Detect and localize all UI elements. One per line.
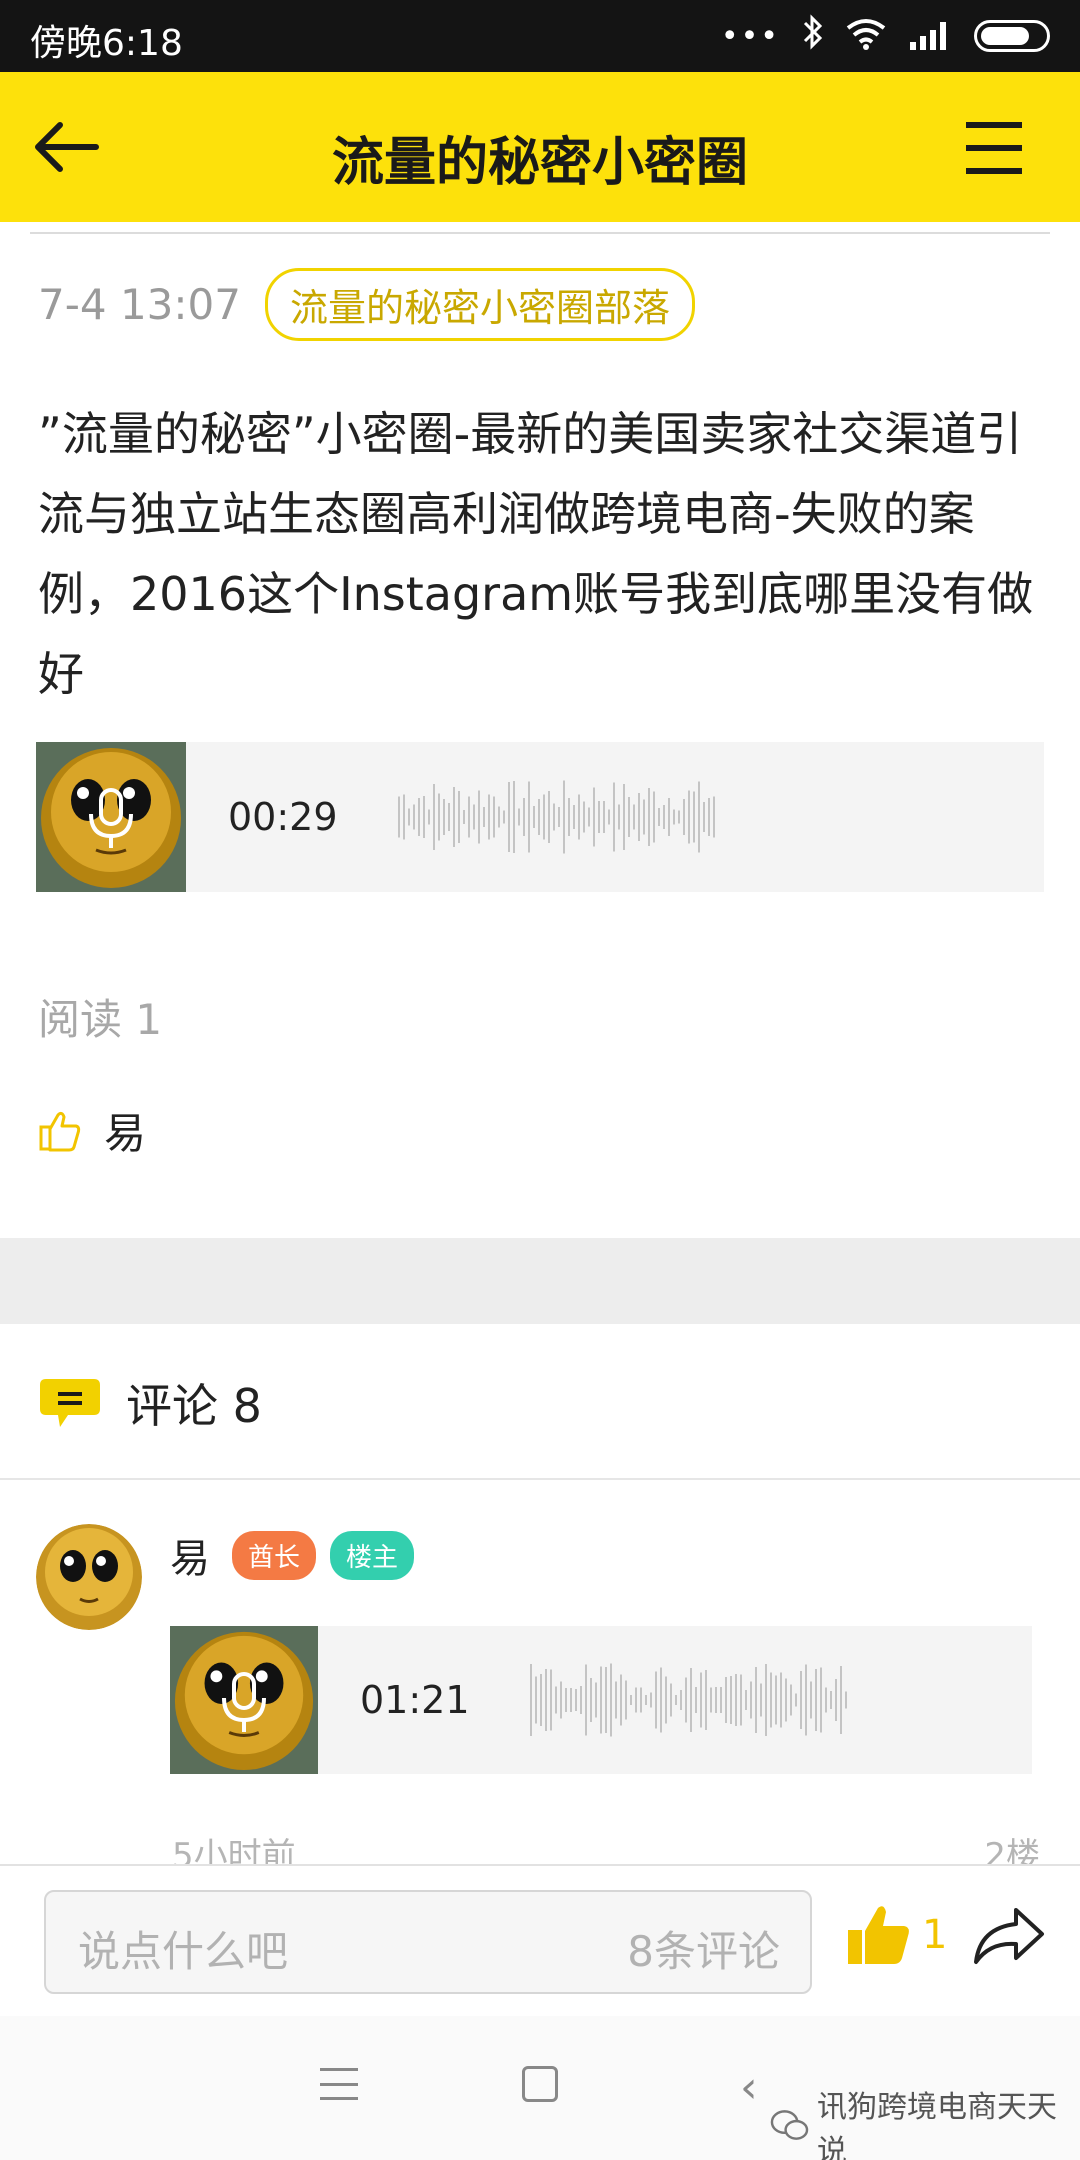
home-button[interactable] [522,2066,558,2102]
post-meta: 7-4 13:07 流量的秘密小密圈部落 [38,268,696,341]
watermark: 讯狗跨境电商天天说 [770,2082,1080,2160]
comments-title: 评论 8 [126,1379,262,1433]
divider [30,232,1050,234]
comment-voice-message[interactable]: 01:21 [170,1626,1032,1774]
status-bar: 傍晚6:18 ••• [0,0,1080,72]
battery-icon [974,20,1050,52]
recent-apps-button[interactable] [320,2068,358,2100]
app-header: 流量的秘密小密圈 [0,72,1080,222]
divider [0,1478,1080,1480]
comment-header: 易 酋长 楼主 [170,1526,415,1584]
input-bar: 说点什么吧 8条评论 1 [0,1864,1080,2016]
tribe-tag[interactable]: 流量的秘密小密圈部落 [265,268,696,341]
comment-author[interactable]: 易 [170,1526,210,1584]
like-count: 1 [922,1912,948,1958]
comments-header: 评论 8 [38,1370,262,1436]
owner-badge: 楼主 [330,1530,415,1580]
liked-by-name[interactable]: 易 [104,1100,146,1161]
waveform-icon [398,780,715,854]
comment-input[interactable]: 说点什么吧 8条评论 [44,1890,812,1994]
read-count: 阅读 1 [38,995,163,1044]
status-icons: ••• [720,13,1050,59]
status-time: 傍晚6:18 [30,23,183,64]
voice-avatar [170,1626,318,1774]
avatar[interactable] [36,1524,142,1630]
more-dots-icon: ••• [720,18,780,54]
likes-row: 易 [38,1100,146,1161]
microphone-icon [222,1672,266,1732]
comment-bubble-icon [40,1379,100,1427]
section-separator [0,1238,1080,1324]
page-title: 流量的秘密小密圈 [331,133,748,193]
signal-icon [908,18,952,54]
input-placeholder: 说点什么吧 [78,1927,289,1976]
wechat-icon [770,2110,809,2140]
share-arrow-icon [974,1908,1044,1964]
bluetooth-icon [802,13,824,59]
voice-avatar [36,742,186,892]
post-time: 7-4 13:07 [38,280,241,329]
post-body: ”流量的秘密”小密圈-最新的美国卖家社交渠道引流与独立站生态圈高利润做跨境电商-… [38,407,1034,701]
comment-count[interactable]: 8条评论 [627,1918,780,1979]
menu-icon [966,122,1022,128]
thumbs-up-icon [39,1111,81,1151]
voice-duration: 01:21 [360,1678,470,1722]
wifi-icon [846,18,886,54]
voice-duration: 00:29 [228,795,338,839]
like-button[interactable]: 1 [846,1904,947,1966]
share-button[interactable] [972,1904,1046,1972]
chief-badge: 酋长 [232,1530,317,1580]
watermark-text: 讯狗跨境电商天天说 [816,2090,1057,2160]
microphone-icon [89,788,133,848]
system-back-button[interactable]: ‹ [740,2062,758,2113]
waveform-icon [530,1663,847,1737]
voice-message[interactable]: 00:29 [36,742,1044,892]
menu-button[interactable] [966,122,1022,174]
thumbs-up-icon [848,1906,909,1964]
